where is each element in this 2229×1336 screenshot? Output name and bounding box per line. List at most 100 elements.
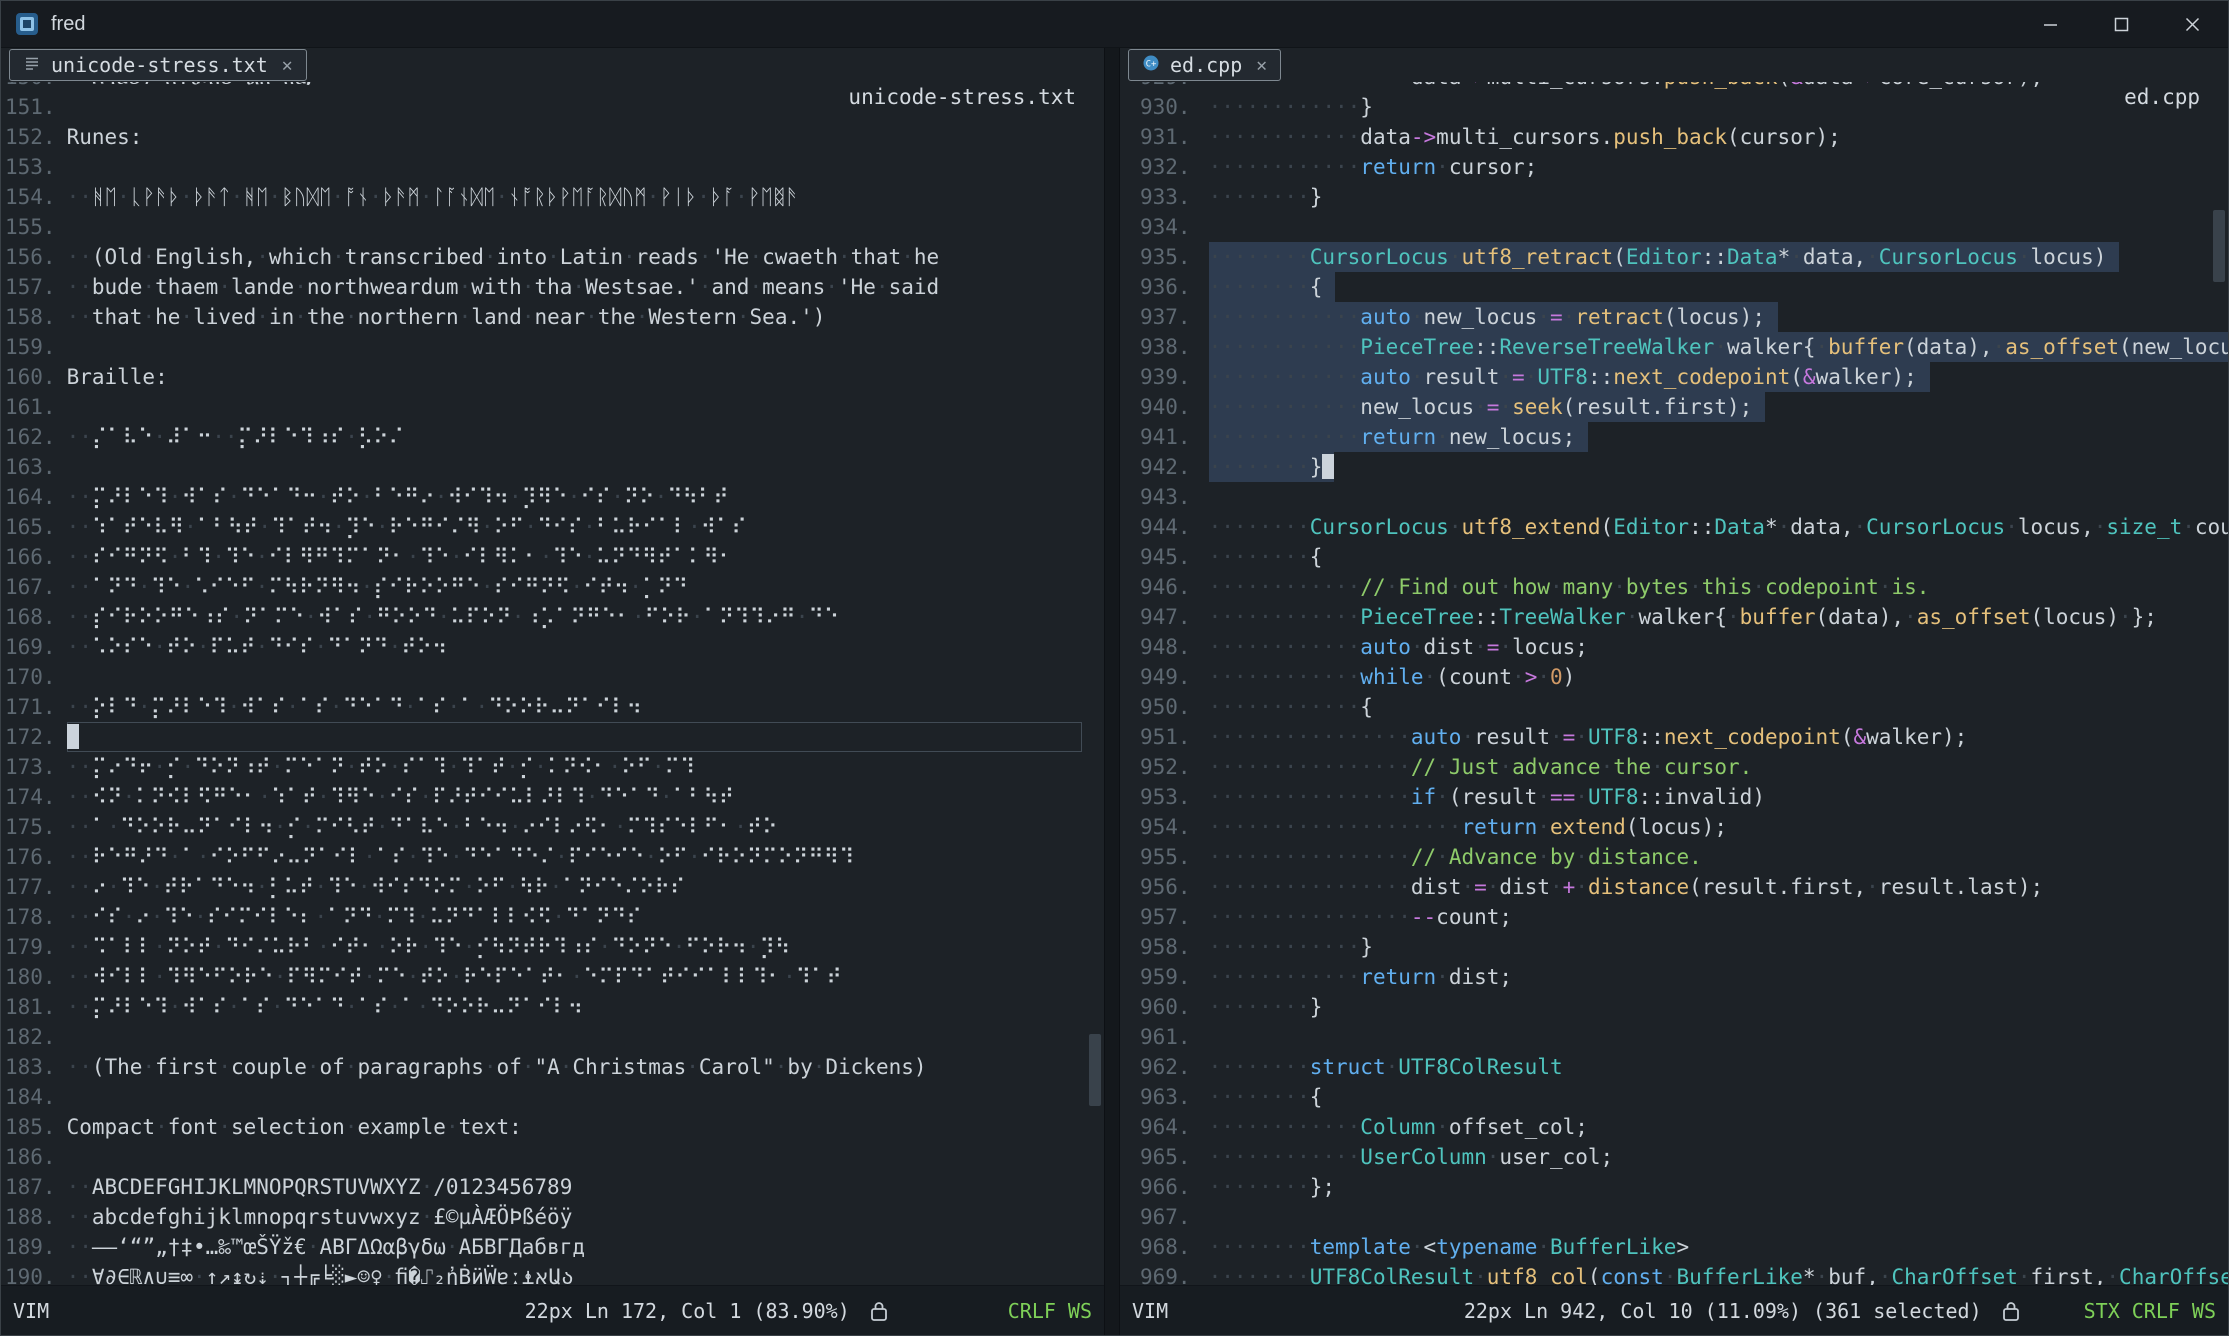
code-line[interactable]: 966.········};	[1120, 1172, 2228, 1202]
code-line[interactable]: 930.············}	[1120, 92, 2228, 122]
code-line[interactable]: 949.············while·(count·>·0)	[1120, 662, 2228, 692]
close-button[interactable]	[2179, 11, 2206, 38]
code-line[interactable]: 184.	[1, 1082, 1104, 1112]
code-line[interactable]: 939.············auto·result·=·UTF8::next…	[1120, 362, 2228, 392]
code-line[interactable]: 956.················dist·=·dist·+·distan…	[1120, 872, 2228, 902]
code-line[interactable]: 940.············new_locus·=·seek(result.…	[1120, 392, 2228, 422]
code-line[interactable]: 181.··⡍⠜⠇⠑⠹·⠺⠁⠎·⠁⠎·⠙⠑⠁⠙·⠁⠎·⠁·⠙⠕⠕⠗⠤⠝⠁⠊⠇⠲	[1, 992, 1104, 1022]
code-line[interactable]: 932.············return·cursor;	[1120, 152, 2228, 182]
code-line[interactable]: 944.········CursorLocus·utf8_extend(Edit…	[1120, 512, 2228, 542]
code-line[interactable]: 967.	[1120, 1202, 2228, 1232]
code-line[interactable]: 961.	[1120, 1022, 2228, 1052]
tab-close-icon[interactable]: ✕	[1256, 55, 1267, 76]
code-line[interactable]: 178.··⠊⠎·⠔·⠹⠑·⠎⠊⠍⠊⠇⠑⠆·⠁⠝⠙·⠍⠹·⠥⠝⠙⠁⠇⠇⠪⠫·⠙⠁…	[1, 902, 1104, 932]
code-line[interactable]: 174.··⠪⠝·⠅⠝⠪⠇⠫⠛⠑⠂·⠱⠁⠞·⠹⠻⠑·⠊⠎·⠏⠜⠞⠊⠊⠥⠇⠜⠇⠹·…	[1, 782, 1104, 812]
code-line[interactable]: 154.··ᚻᛖ·ᚳᚹᚫᚦ·ᚦᚫᛏ·ᚻᛖ·ᛒᚢᛞᛖ·ᚩᚾ·ᚦᚫᛗ·ᛚᚪᚾᛞᛖ·ᚾ…	[1, 182, 1104, 212]
code-line[interactable]: 931.············data->multi_cursors.push…	[1120, 122, 2228, 152]
scrollbar-thumb[interactable]	[1089, 1034, 1101, 1106]
code-line[interactable]: 171.··⡕⠇⠙·⡍⠜⠇⠑⠹·⠺⠁⠎·⠁⠎·⠙⠑⠁⠙·⠁⠎·⠁·⠙⠕⠕⠗⠤⠝⠁…	[1, 692, 1104, 722]
code-line[interactable]: 168.··⡎⠊⠗⠕⠕⠛⠑⠰⠎·⠝⠁⠍⠑·⠺⠁⠎·⠛⠕⠕⠙·⠥⠏⠕⠝·⠰⡡⠁⠝⠛…	[1, 602, 1104, 632]
code-line[interactable]: 169.··⠡⠕⠎⠑·⠞⠕·⠏⠥⠞·⠙⠊⠎·⠙⠁⠝⠙·⠞⠕⠲	[1, 632, 1104, 662]
code-line[interactable]: 957.················--count;	[1120, 902, 2228, 932]
left-editor[interactable]: 150.··እግርህን·በፍራሽህ·ልክ·ዘርጋ።151.152.Runes:1…	[1, 82, 1104, 1285]
code-line[interactable]: 170.	[1, 662, 1104, 692]
code-line[interactable]: 162.··⡌⠁⠧⠑·⠼⠁⠒··⡍⠜⠇⠑⠹⠰⠎·⡣⠕⠌	[1, 422, 1104, 452]
code-line[interactable]: 938.············PieceTree::ReverseTreeWa…	[1120, 332, 2228, 362]
code-line[interactable]: 945.········{	[1120, 542, 2228, 572]
code-line[interactable]: 150.··እግርህን·በፍራሽህ·ልክ·ዘርጋ።	[1, 82, 1104, 92]
code-line[interactable]: 175.··⠁·⠙⠕⠕⠗⠤⠝⠁⠊⠇⠲·⡊·⠍⠊⠣⠞·⠙⠁⠧⠑·⠃⠑⠲·⠔⠊⠇⠔⠫…	[1, 812, 1104, 842]
code-line[interactable]: 183.··(The·first·couple·of·paragraphs·of…	[1, 1052, 1104, 1082]
code-line[interactable]: 933.········}	[1120, 182, 2228, 212]
code-line[interactable]: 185.Compact·font·selection·example·text:	[1, 1112, 1104, 1142]
code-line[interactable]: 941.············return·new_locus;	[1120, 422, 2228, 452]
code-line[interactable]: 951.················auto·result·=·UTF8::…	[1120, 722, 2228, 752]
code-line[interactable]: 160.Braille:	[1, 362, 1104, 392]
maximize-button[interactable]	[2108, 11, 2135, 38]
code-line[interactable]: 189.··–—‘“”„†‡•…‰™œŠŸž€·ΑΒΓΔΩαβγδω·АБВГД…	[1, 1232, 1104, 1262]
code-line[interactable]: 180.··⠺⠊⠇⠇·⠹⠻⠑⠋⠕⠗⠑·⠏⠻⠍⠊⠞·⠍⠑·⠞⠕·⠗⠑⠏⠑⠁⠞⠂·⠑…	[1, 962, 1104, 992]
code-line[interactable]: 166.··⠎⠊⠛⠝⠫·⠃⠹·⠹⠑·⠊⠇⠻⠛⠹⠍⠁⠝⠂·⠹⠑·⠊⠇⠻⠅⠂·⠹⠑·…	[1, 542, 1104, 572]
code-line[interactable]: 176.··⠗⠑⠛⠜⠙·⠁·⠊⠕⠋⠋⠔⠤⠝⠁⠊⠇·⠁⠎·⠹⠑·⠙⠑⠁⠙⠑⠌·⠏⠊…	[1, 842, 1104, 872]
code-line[interactable]: 954.····················return·extend(lo…	[1120, 812, 2228, 842]
code-line[interactable]: 950.············{	[1120, 692, 2228, 722]
code-line[interactable]: 182.	[1, 1022, 1104, 1052]
code-line[interactable]: 179.··⠩⠁⠇⠇·⠝⠕⠞·⠙⠊⠌⠥⠗⠃·⠊⠞⠂·⠕⠗·⠹⠑·⡊⠳⠝⠞⠗⠹⠰⠎…	[1, 932, 1104, 962]
tab-ed-cpp[interactable]: C+ ed.cpp ✕	[1128, 49, 1281, 81]
code-line[interactable]: 963.········{	[1120, 1082, 2228, 1112]
tab-unicode-stress-txt[interactable]: unicode-stress.txt ✕	[9, 49, 307, 81]
code-line[interactable]: 173.··⡍⠔⠙⠖·⡊·⠙⠕⠝⠰⠞·⠍⠑⠁⠝·⠞⠕·⠎⠁⠹·⠹⠁⠞·⡊·⠅⠝⠪…	[1, 752, 1104, 782]
code-line[interactable]: 186.	[1, 1142, 1104, 1172]
code-line[interactable]: 943.	[1120, 482, 2228, 512]
code-line[interactable]: 177.··⠔·⠹⠑·⠞⠗⠁⠙⠑⠲·⡃⠥⠞·⠹⠑·⠺⠊⠎⠙⠕⠍·⠕⠋·⠳⠗·⠁⠝…	[1, 872, 1104, 902]
code-line[interactable]: 152.Runes:	[1, 122, 1104, 152]
right-editor[interactable]: 929.················data->multi_cursors.…	[1120, 82, 2228, 1285]
code-line[interactable]: 946.············//·Find·out·how·many·byt…	[1120, 572, 2228, 602]
code-line[interactable]: 155.	[1, 212, 1104, 242]
code-line[interactable]: 161.	[1, 392, 1104, 422]
code-line[interactable]: 165.··⠱⠁⠞⠑⠧⠻·⠁⠃⠳⠞·⠹⠁⠞⠲·⡹⠑·⠗⠑⠛⠊⠌⠻·⠕⠋·⠙⠊⠎·…	[1, 512, 1104, 542]
line-number: 950.	[1120, 692, 1191, 722]
code-line[interactable]: 969.········UTF8ColResult·utf8_col(const…	[1120, 1262, 2228, 1285]
line-number: 966.	[1120, 1172, 1191, 1202]
line-number: 175.	[1, 812, 56, 842]
right-scrollbar[interactable]	[2213, 82, 2225, 1285]
code-line[interactable]: 167.··⠁⠝⠙·⠹⠑·⠡⠊⠑⠋·⠍⠳⠗⠝⠻⠲·⡎⠊⠗⠕⠕⠛⠑·⠎⠊⠛⠝⠫·⠊…	[1, 572, 1104, 602]
code-line[interactable]: 955.················//·Advance·by·distan…	[1120, 842, 2228, 872]
code-line[interactable]: 965.············UserColumn·user_col;	[1120, 1142, 2228, 1172]
code-line[interactable]: 958.············}	[1120, 932, 2228, 962]
code-line[interactable]: 959.············return·dist;	[1120, 962, 2228, 992]
code-line[interactable]: 934.	[1120, 212, 2228, 242]
code-line[interactable]: 952.················//·Just·advance·the·…	[1120, 752, 2228, 782]
code-line[interactable]: 172.	[1, 722, 1104, 752]
code-line[interactable]: 156.··(Old·English,·which·transcribed·in…	[1, 242, 1104, 272]
code-line[interactable]: 964.············Column·offset_col;	[1120, 1112, 2228, 1142]
code-line[interactable]: 157.··bude·thaem·lande·northweardum·with…	[1, 272, 1104, 302]
left-scrollbar[interactable]	[1089, 82, 1101, 1285]
tab-close-icon[interactable]: ✕	[282, 55, 293, 76]
code-line[interactable]: 962.········struct·UTF8ColResult	[1120, 1052, 2228, 1082]
code-line[interactable]: 153.	[1, 152, 1104, 182]
code-line[interactable]: 953.················if·(result·==·UTF8::…	[1120, 782, 2228, 812]
code-line[interactable]: 929.················data->multi_cursors.…	[1120, 82, 2228, 92]
pane-divider[interactable]	[1104, 48, 1120, 1335]
code-line[interactable]: 935.········CursorLocus·utf8_retract(Edi…	[1120, 242, 2228, 272]
code-line[interactable]: 960.········}	[1120, 992, 2228, 1022]
line-number: 961.	[1120, 1022, 1191, 1052]
code-line[interactable]: 187.··ABCDEFGHIJKLMNOPQRSTUVWXYZ·/012345…	[1, 1172, 1104, 1202]
code-line[interactable]: 936.········{	[1120, 272, 2228, 302]
code-line[interactable]: 968.········template·<typename·BufferLik…	[1120, 1232, 2228, 1262]
code-line[interactable]: 942.········}	[1120, 452, 2228, 482]
code-line[interactable]: 947.············PieceTree::TreeWalker·wa…	[1120, 602, 2228, 632]
code-line[interactable]: 937.············auto·new_locus·=·retract…	[1120, 302, 2228, 332]
code-line[interactable]: 164.··⡍⠜⠇⠑⠹·⠺⠁⠎·⠙⠑⠁⠙⠒·⠞⠕·⠃⠑⠛⠔·⠺⠊⠹⠲·⡹⠻⠑·⠊…	[1, 482, 1104, 512]
code-line[interactable]: 151.	[1, 92, 1104, 122]
scrollbar-thumb[interactable]	[2213, 210, 2225, 282]
code-line[interactable]: 190.··∀∂∈ℝ∧∪≡∞·↑↗↨↻⇣·┐┼╔╘░►☺♀·ﬁ�⑀₂ἠḂӥẄɐː…	[1, 1262, 1104, 1285]
code-line[interactable]: 163.	[1, 452, 1104, 482]
code-line[interactable]: 159.	[1, 332, 1104, 362]
code-line[interactable]: 188.··abcdefghijklmnopqrstuvwxyz·£©µÀÆÖÞ…	[1, 1202, 1104, 1232]
code-line[interactable]: 158.··that·he·lived·in·the·northern·land…	[1, 302, 1104, 332]
minimize-button[interactable]	[2037, 11, 2064, 38]
code-line[interactable]: 948.············auto·dist·=·locus;	[1120, 632, 2228, 662]
